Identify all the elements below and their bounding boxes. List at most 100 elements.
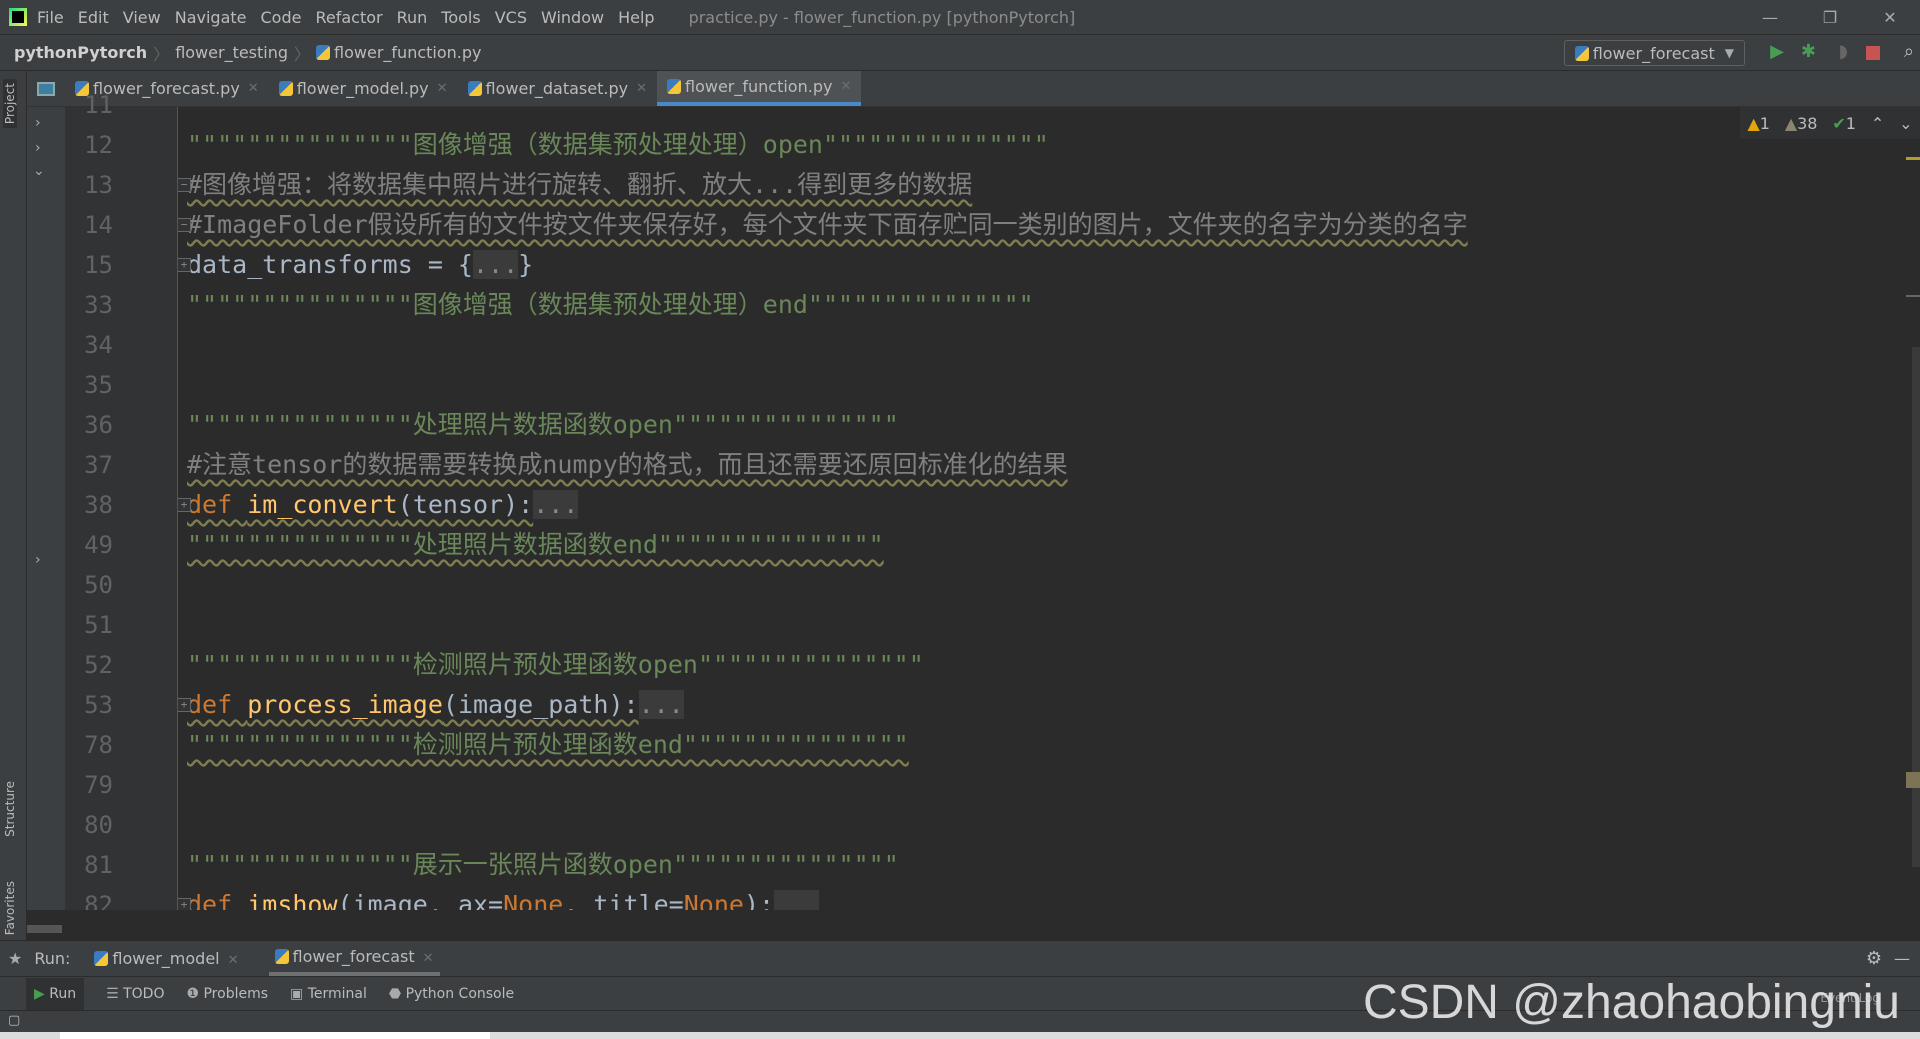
- line-number: 11: [84, 91, 113, 119]
- gear-icon[interactable]: ⚙: [1866, 948, 1882, 969]
- code-line[interactable]: + def im_convert(tensor):...: [178, 485, 579, 525]
- run-tab-flower-model[interactable]: flower_model ✕: [94, 949, 239, 968]
- expand-arrow-icon[interactable]: ›: [35, 115, 41, 131]
- expand-arrow-icon[interactable]: ›: [35, 140, 41, 156]
- collapse-arrow-icon[interactable]: ⌄: [33, 163, 45, 179]
- tab-label: flower_forecast.py: [93, 79, 240, 98]
- breadcrumb-folder[interactable]: flower_testing: [175, 43, 288, 62]
- close-tab-icon[interactable]: ✕: [636, 81, 647, 96]
- horizontal-scrollbar[interactable]: [27, 910, 1920, 940]
- code-line[interactable]: − #图像增强：将数据集中照片进行旋转、翻折、放大...得到更多的数据: [178, 165, 972, 205]
- close-tab-icon[interactable]: ✕: [248, 81, 259, 96]
- debug-icon[interactable]: ✱: [1801, 41, 1816, 62]
- typo-count[interactable]: ✔1: [1832, 114, 1856, 133]
- restore-icon[interactable]: ❐: [1800, 0, 1860, 35]
- close-tab-icon[interactable]: ✕: [228, 953, 239, 968]
- minimize-icon[interactable]: —: [1740, 0, 1800, 35]
- search-icon[interactable]: ⌕: [1904, 41, 1914, 62]
- python-file-icon: [667, 79, 681, 94]
- hide-icon[interactable]: —: [1894, 949, 1910, 968]
- pycharm-logo-icon: [9, 8, 27, 26]
- fold-toggle-icon[interactable]: +: [178, 698, 191, 712]
- window-title: practice.py - flower_function.py [python…: [688, 7, 1076, 27]
- code-line[interactable]: """""""""""""""展示一张照片函数open"""""""""""""…: [187, 845, 899, 885]
- warning-count[interactable]: ▲38: [1785, 114, 1818, 133]
- menu-file[interactable]: File: [37, 8, 64, 27]
- fold-toggle-icon[interactable]: +: [178, 898, 191, 910]
- favorites-tool-button[interactable]: Favorites: [3, 881, 17, 935]
- previous-highlight-icon[interactable]: ⌃: [1871, 114, 1884, 133]
- tab-label: flower_function.py: [685, 77, 833, 96]
- menu-code[interactable]: Code: [261, 8, 302, 27]
- expand-arrow-icon[interactable]: ›: [35, 552, 41, 568]
- favorites-star-icon[interactable]: ★: [8, 949, 22, 968]
- tab-flower-function-py[interactable]: flower_function.py ✕: [657, 71, 862, 106]
- menu-navigate[interactable]: Navigate: [175, 8, 247, 27]
- project-view-icon[interactable]: [27, 71, 65, 106]
- code-token: """""""""""""""处理照片数据函数end""""""""""""""…: [187, 530, 884, 559]
- coverage-icon[interactable]: ◗: [1839, 41, 1848, 62]
- line-number: 15: [84, 251, 113, 279]
- menu-view[interactable]: View: [123, 8, 161, 27]
- toolwindow-problems[interactable]: ❶ Problems: [186, 986, 268, 1002]
- tab-flower-dataset-py[interactable]: flower_dataset.py ✕: [458, 71, 657, 106]
- code-line[interactable]: − #ImageFolder假设所有的文件按文件夹保存好，每个文件夹下面存贮同一类…: [178, 205, 1468, 245]
- line-number: 49: [84, 531, 113, 559]
- line-number: 38: [84, 491, 113, 519]
- code-line[interactable]: + def imshow(image, ax=None, title=None):: [178, 885, 820, 910]
- code-line[interactable]: + data_transforms = {...}: [178, 245, 533, 285]
- menu-refactor[interactable]: Refactor: [315, 8, 382, 27]
- weak-warning-icon: ▲: [1784, 113, 1798, 133]
- menu-tools[interactable]: Tools: [441, 8, 480, 27]
- code-line[interactable]: """""""""""""""检测照片预处理函数end"""""""""""""…: [187, 725, 909, 765]
- structure-tool-button[interactable]: Structure: [3, 781, 17, 837]
- fold-toggle-icon[interactable]: +: [178, 498, 191, 512]
- menu-run[interactable]: Run: [397, 8, 428, 27]
- menu-edit[interactable]: Edit: [78, 8, 109, 27]
- menu-help[interactable]: Help: [618, 8, 654, 27]
- watermark: CSDN @zhaohaobingniu: [1362, 976, 1900, 1029]
- toolwindow-terminal[interactable]: ▣ Terminal: [290, 986, 367, 1002]
- code-line[interactable]: + def process_image(image_path):...: [178, 685, 684, 725]
- code-token: """""""""""""""处理照片数据函数open"""""""""""""…: [187, 410, 899, 439]
- line-number: 80: [84, 811, 113, 839]
- inspection-widget[interactable]: ▲1 ▲38 ✔1 ⌃ ⌄: [1740, 107, 1920, 139]
- toolwindow-run[interactable]: ▶ Run: [26, 977, 85, 1010]
- toolwindow-todo[interactable]: ☰ TODO: [106, 986, 164, 1002]
- layout-icon[interactable]: ▢: [8, 1013, 20, 1028]
- toolwindow-python-console[interactable]: ⬣ Python Console: [389, 986, 514, 1002]
- code-token: imshow: [247, 890, 338, 910]
- fold-toggle-icon[interactable]: −: [178, 218, 191, 232]
- code-line[interactable]: #注意tensor的数据需要转换成numpy的格式，而且还需要还原回标准化的结果: [187, 445, 1068, 485]
- close-tab-icon[interactable]: ✕: [437, 81, 448, 96]
- code-line[interactable]: """""""""""""""处理照片数据函数end""""""""""""""…: [187, 525, 884, 565]
- breadcrumb-file[interactable]: flower_function.py: [316, 43, 482, 62]
- run-tab-flower-forecast[interactable]: flower_forecast ✕: [268, 941, 440, 976]
- fold-toggle-icon[interactable]: −: [178, 178, 191, 192]
- code-line[interactable]: """""""""""""""图像增强（数据集预处理处理）open"""""""…: [187, 125, 1049, 165]
- python-file-icon: [316, 45, 331, 60]
- stop-icon[interactable]: [1866, 46, 1880, 60]
- taskbar-strip: [0, 1032, 1920, 1039]
- fold-toggle-icon[interactable]: +: [178, 258, 191, 272]
- code-editor[interactable]: ▲1 ▲38 ✔1 ⌃ ⌄ """""""""""""""图像增强（数据集预处理…: [178, 107, 1920, 910]
- error-count[interactable]: ▲1: [1747, 114, 1770, 133]
- code-line[interactable]: """""""""""""""检测照片预处理函数open""""""""""""…: [187, 645, 924, 685]
- close-tab-icon[interactable]: ✕: [423, 951, 434, 966]
- breadcrumb-project[interactable]: pythonPytorch: [14, 43, 147, 62]
- run-configuration-dropdown[interactable]: flower_forecast ▼: [1563, 40, 1745, 66]
- close-tab-icon[interactable]: ✕: [840, 79, 851, 94]
- vertical-scrollbar[interactable]: [1906, 107, 1920, 910]
- menu-window[interactable]: Window: [541, 8, 604, 27]
- close-icon[interactable]: ✕: [1860, 0, 1920, 35]
- python-icon: [1574, 45, 1589, 61]
- tab-flower-model-py[interactable]: flower_model.py ✕: [269, 71, 458, 106]
- project-tool-button[interactable]: Project: [3, 79, 17, 129]
- breadcrumb-separator: 〉: [153, 44, 170, 64]
- code-line[interactable]: """""""""""""""图像增强（数据集预处理处理）end""""""""…: [187, 285, 1034, 325]
- run-icon[interactable]: ▶: [1770, 41, 1784, 62]
- menu-vcs[interactable]: VCS: [495, 8, 527, 27]
- code-line[interactable]: """""""""""""""处理照片数据函数open"""""""""""""…: [187, 405, 899, 445]
- line-number: 14: [84, 211, 113, 239]
- line-number: 78: [84, 731, 113, 759]
